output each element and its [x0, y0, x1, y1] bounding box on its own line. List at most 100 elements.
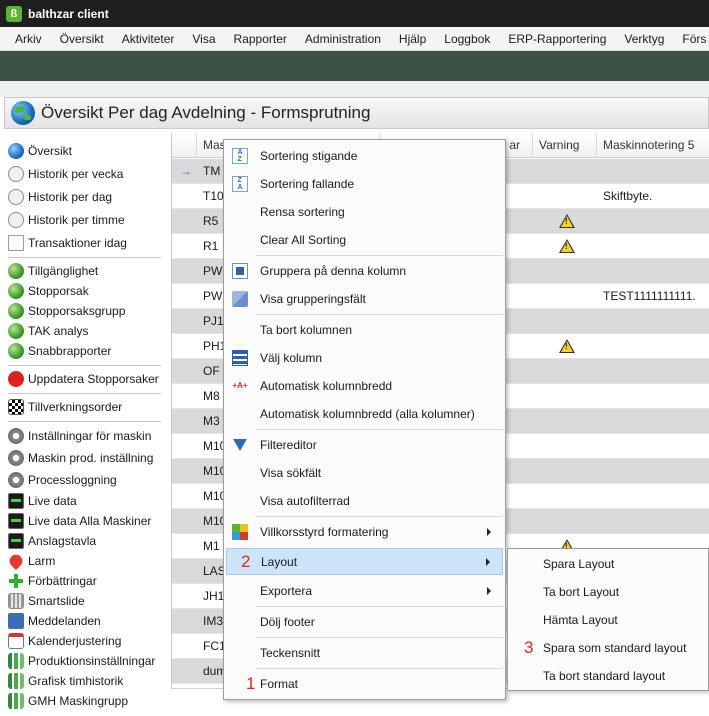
row-indicator: [174, 284, 196, 309]
sidebar-item-maskin-prod[interactable]: Maskin prod. inställning: [8, 448, 153, 468]
header-spacer: [0, 81, 709, 97]
sidebar-item-installningar-maskin[interactable]: Inställningar för maskin: [8, 426, 151, 446]
sidebar-item-historik-dag[interactable]: Historik per dag: [8, 187, 112, 207]
menu-loggbok[interactable]: Loggbok: [435, 27, 499, 50]
sort-ascending-icon: AZ: [232, 147, 248, 164]
sidebar-item-live-data-alla[interactable]: Live data Alla Maskiner: [8, 511, 151, 531]
sidebar-item-transaktioner[interactable]: Transaktioner idag: [8, 233, 127, 253]
sidebar-item-snabbrapporter[interactable]: Snabbrapporter: [8, 341, 111, 361]
menu-item-best-fit-all[interactable]: Automatisk kolumnbredd (alla kolumner): [226, 400, 503, 427]
sidebar-item-stopporsak[interactable]: Stopporsak: [8, 281, 89, 301]
sidebar-item-label: Live data: [28, 494, 77, 508]
bar-chart-icon: [8, 653, 24, 669]
sidebar-item-label: Inställningar för maskin: [28, 429, 152, 443]
column-context-menu: A Z Sortering stigande Z A Sortering falland…: [223, 139, 506, 700]
menu-verktyg[interactable]: Verktyg: [615, 27, 673, 50]
menu-administration[interactable]: Administration: [296, 27, 390, 50]
cell-machine-note: [597, 409, 709, 434]
row-indicator: [174, 559, 196, 584]
row-indicator: [174, 384, 196, 409]
menu-item-font[interactable]: Teckensnitt: [226, 639, 503, 666]
cell-machine-note: [597, 384, 709, 409]
sidebar-item-tak-analys[interactable]: TAK analys: [8, 321, 88, 341]
cell-machine-note: [597, 459, 709, 484]
sidebar-item-gmh-maskingrupp[interactable]: GMH Maskingrupp: [8, 691, 128, 711]
page-title: Översikt Per dag Avdelning - Formsprutni…: [41, 103, 371, 122]
menu-item-show-autofilter-row[interactable]: Visa autofilterrad: [226, 487, 503, 514]
gear-icon: [8, 450, 24, 466]
menu-item-filter-editor[interactable]: Filtereditor: [226, 431, 503, 458]
warning-icon: !: [559, 339, 575, 353]
green-globe-icon: [8, 283, 24, 299]
menu-item-sort-descending[interactable]: Z A Sortering fallande: [226, 170, 503, 197]
sidebar-item-label: Historik per timme: [28, 213, 125, 227]
sidebar-item-historik-timme[interactable]: Historik per timme: [8, 210, 125, 230]
row-indicator: [174, 534, 196, 559]
menu-oversikt[interactable]: Översikt: [51, 27, 113, 50]
submenu-item-save-default-layout[interactable]: 3 Spara som standard layout: [510, 635, 708, 661]
menu-erp-rapportering[interactable]: ERP-Rapportering: [499, 27, 615, 50]
sidebar-item-oversikt[interactable]: Översikt: [8, 141, 72, 161]
green-globe-icon: [8, 263, 24, 279]
menu-arkiv[interactable]: Arkiv: [0, 27, 51, 50]
menu-item-clear-all-sorting[interactable]: Clear All Sorting: [226, 226, 503, 253]
menu-item-sort-ascending[interactable]: A Z Sortering stigande: [226, 142, 503, 169]
sidebar-item-smartslide[interactable]: Smartslide: [8, 591, 85, 611]
sidebar-item-label: TAK analys: [28, 324, 89, 338]
sidebar-item-meddelanden[interactable]: Meddelanden: [8, 611, 101, 631]
sidebar-item-tillverkningsorder[interactable]: Tillverkningsorder: [8, 397, 122, 417]
checkered-flag-icon: [8, 399, 24, 415]
group-panel-icon: [232, 290, 248, 307]
menu-item-export[interactable]: Exportera: [226, 577, 503, 604]
menu-item-conditional-formatting[interactable]: Villkorsstyrd formatering: [226, 518, 503, 545]
sidebar-item-grafisk-timhistorik[interactable]: Grafisk timhistorik: [8, 671, 123, 691]
column-header-varning[interactable]: Varning: [533, 133, 597, 158]
sidebar-item-label: Smartslide: [28, 594, 85, 608]
menu-visa[interactable]: Visa: [183, 27, 224, 50]
warning-icon: !: [559, 239, 575, 253]
submenu-item-save-layout[interactable]: Spara Layout: [510, 551, 708, 577]
sidebar-item-historik-vecka[interactable]: Historik per vecka: [8, 164, 123, 184]
submenu-item-load-layout[interactable]: Hämta Layout: [510, 607, 708, 633]
menu-item-show-group-panel[interactable]: Visa grupperingsfält: [226, 285, 503, 312]
menu-item-format[interactable]: 1 Format: [226, 670, 503, 697]
sidebar-item-uppdatera-stopporsaker[interactable]: Uppdatera Stopporsaker: [8, 369, 159, 389]
sidebar-item-produktionsinstallningar[interactable]: Produktionsinställningar: [8, 651, 155, 671]
grid-icon: [8, 593, 24, 609]
sidebar-divider: [8, 257, 161, 258]
submenu-item-delete-layout[interactable]: Ta bort Layout: [510, 579, 708, 605]
document-icon: [8, 235, 24, 251]
sidebar-item-label: Historik per vecka: [28, 167, 124, 181]
page-header: Översikt Per dag Avdelning - Formsprutni…: [4, 97, 709, 129]
menu-aktiviteter[interactable]: Aktiviteter: [113, 27, 184, 50]
row-indicator: [174, 609, 196, 634]
menu-item-hide-footer[interactable]: Dölj footer: [226, 608, 503, 635]
sidebar-item-kalenderjustering[interactable]: Kalenderjustering: [8, 631, 121, 651]
menu-item-column-chooser[interactable]: Välj kolumn: [226, 344, 503, 371]
menu-item-remove-column[interactable]: Ta bort kolumnen: [226, 316, 503, 343]
menu-item-group-by-column[interactable]: Gruppera på denna kolumn: [226, 257, 503, 284]
menu-item-layout[interactable]: 2 Layout: [226, 548, 503, 575]
sidebar-item-label: Förbättringar: [28, 574, 97, 588]
sidebar-item-stopporsaksgrupp[interactable]: Stopporsaksgrupp: [8, 301, 125, 321]
cell-machine-note: [597, 234, 709, 259]
sidebar-item-anslagstavla[interactable]: Anslagstavla: [8, 531, 96, 551]
column-header-maskinnotering-5[interactable]: Maskinnotering 5: [597, 133, 709, 158]
menu-hjalp[interactable]: Hjälp: [390, 27, 435, 50]
sidebar-item-live-data[interactable]: Live data: [8, 491, 77, 511]
column-chooser-icon: [232, 349, 248, 366]
menu-rapporter[interactable]: Rapporter: [225, 27, 296, 50]
sidebar-item-label: Snabbrapporter: [28, 344, 112, 358]
menu-item-show-search[interactable]: Visa sökfält: [226, 459, 503, 486]
sidebar-item-larm[interactable]: Larm: [6, 551, 55, 571]
sidebar-item-processloggning[interactable]: Processloggning: [8, 470, 117, 490]
monitor-icon: [8, 493, 24, 509]
green-globe-icon: [8, 323, 24, 339]
menu-item-best-fit[interactable]: +A+ Automatisk kolumnbredd: [226, 372, 503, 399]
sidebar-item-forbattringar[interactable]: Förbättringar: [8, 571, 97, 591]
cell-machine-note: TEST1111111111.: [603, 289, 696, 303]
menu-item-clear-sorting[interactable]: Rensa sortering: [226, 198, 503, 225]
sidebar-item-tillganglighet[interactable]: Tillgänglighet: [8, 261, 98, 281]
submenu-item-delete-default-layout[interactable]: Ta bort standard layout: [510, 663, 708, 689]
menu-fors[interactable]: Förs: [673, 27, 709, 50]
